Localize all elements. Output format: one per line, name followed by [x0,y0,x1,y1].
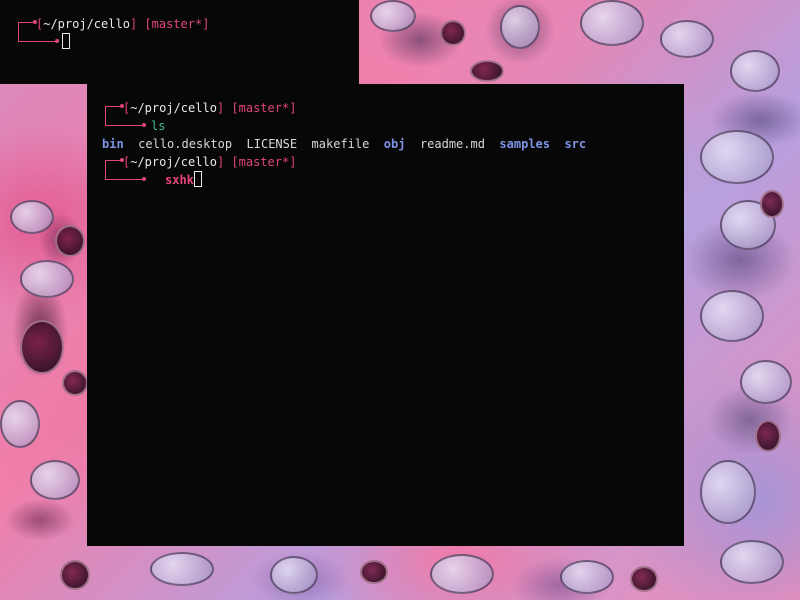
prompt-line: [~/proj/cello] [master*] [123,153,296,171]
terminal-window-back[interactable]: [~/proj/cello] [master*] [0,0,359,84]
wallpaper-blob [700,460,756,524]
git-branch: [master*] [144,17,210,31]
prompt-connector [18,22,34,23]
prompt-path: ~/proj/cello [43,17,130,31]
prompt-path: ~/proj/cello [130,155,217,169]
wallpaper-blob [270,556,318,594]
git-branch: [master*] [231,155,297,169]
wallpaper-blob [720,540,784,584]
command-line: ls [151,117,165,135]
wallpaper-blob [60,560,90,590]
prompt-line: [~/proj/cello] [master*] [123,99,296,117]
command-text: ls [151,119,166,133]
wallpaper-blob [700,130,774,184]
input-line[interactable] [62,33,70,51]
git-branch: [master*] [231,101,297,115]
wallpaper-blob [630,566,658,592]
command-text: sxhk [165,173,194,187]
wallpaper-blob [700,290,764,342]
wallpaper-blob [370,0,416,32]
wallpaper-blob [760,190,784,218]
wallpaper-blob [0,400,40,448]
wallpaper-blob [755,420,781,452]
file-entry: LICENSE [246,137,298,151]
prompt-bracket: ] [129,17,138,31]
wallpaper-blob [440,20,466,46]
prompt-bracket: ] [216,155,225,169]
prompt-connector [18,22,19,42]
wallpaper-blob [580,0,644,46]
prompt-connector [18,41,56,42]
wallpaper-blob [360,560,388,584]
text-cursor [62,33,70,49]
dir-entry: samples [499,137,550,151]
prompt-path: ~/proj/cello [130,101,217,115]
wallpaper-blob [740,360,792,404]
wallpaper-blob [20,320,64,374]
wallpaper-blob [30,460,80,500]
prompt-arrow-icon [55,39,59,43]
ls-output: bin cello.desktop LICENSE makefile obj r… [102,135,586,153]
wallpaper-blob [660,20,714,58]
wallpaper-blob [430,554,494,594]
file-entry: cello.desktop [138,137,233,151]
prompt-connector [105,160,121,161]
wallpaper-blob [470,60,504,82]
dir-entry: obj [383,137,406,151]
prompt-bracket: ] [216,101,225,115]
wallpaper-blob [150,552,214,586]
dir-entry: src [564,137,587,151]
prompt-arrow-icon [142,177,146,181]
wallpaper-blob [560,560,614,594]
file-entry: readme.md [419,137,485,151]
prompt-connector [105,160,106,180]
file-entry: makefile [311,137,370,151]
wallpaper-blob [20,260,74,298]
prompt-connector [105,106,106,126]
input-line[interactable]: sxhk [165,171,202,189]
terminal-window-front[interactable]: [~/proj/cello] [master*] ls bin cello.de… [87,84,684,546]
prompt-connector [105,179,143,180]
wallpaper-blob [62,370,88,396]
dir-entry: bin [102,137,124,151]
text-cursor [193,171,202,187]
prompt-line: [~/proj/cello] [master*] [36,15,209,33]
prompt-arrow-icon [142,123,146,127]
wallpaper-blob [500,5,540,49]
prompt-connector [105,125,143,126]
wallpaper-blob [10,200,54,234]
wallpaper-blob [55,225,85,257]
prompt-connector [105,106,121,107]
wallpaper-blob [730,50,780,92]
